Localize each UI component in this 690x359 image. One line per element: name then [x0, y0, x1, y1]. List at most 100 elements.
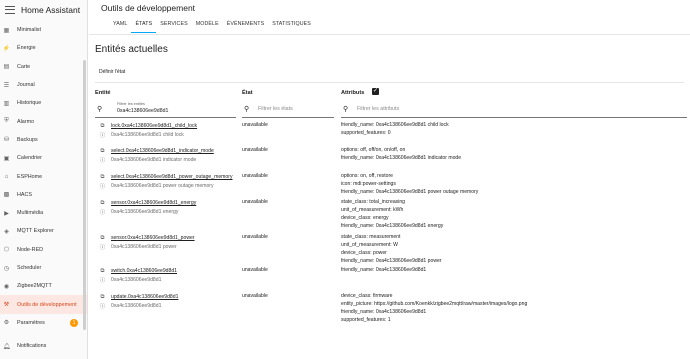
tab[interactable]: ÉTATS — [131, 17, 157, 33]
entity-name: 0xa4c138606ee9d8d1 power outage memory — [111, 183, 214, 189]
entity-id-link[interactable]: update.0xa4c138606ee9d8d1 — [111, 294, 178, 300]
attribute-line: friendly_name: 0xa4c138606ee9d8d1 energy — [341, 223, 444, 229]
notification-badge: 1 — [70, 318, 78, 327]
info-icon[interactable]: ⓘ — [99, 208, 106, 216]
sidebar-item[interactable]: ▶ Multimédia — [0, 204, 87, 222]
tab[interactable]: STATISTIQUES — [268, 17, 315, 33]
entity-attributes: options: off, off/on, on/off, on friendly… — [341, 146, 461, 162]
set-state-toggle[interactable]: Définir l'état — [99, 69, 125, 75]
sidebar-item-label: Carte — [17, 63, 31, 70]
divider — [89, 34, 690, 35]
copy-icon[interactable]: ⧉ — [99, 174, 106, 181]
entity-name: 0xa4c138606ee9d8d1 — [111, 277, 162, 283]
calendar-icon: ▣ — [3, 155, 10, 162]
entity-filter-value: 0xa4c138606ee9d8d1 — [117, 108, 169, 114]
sidebar-item-label: ESPHome — [17, 173, 43, 180]
sidebar-item[interactable]: ◉ Zigbee2MQTT — [0, 277, 87, 295]
sidebar-item[interactable]: ◷ Scheduler — [0, 259, 87, 277]
tab[interactable]: ÉVÉNEMENTS — [223, 17, 269, 33]
sidebar-item[interactable]: ⛨ Alarmo — [0, 112, 87, 130]
developer-tools-icon: ⚒ — [3, 302, 10, 309]
sidebar-item[interactable]: ▩ HACS — [0, 186, 87, 204]
copy-icon[interactable]: ⧉ — [99, 123, 106, 130]
copy-icon[interactable]: ⧉ — [99, 235, 106, 242]
entity-filter-input[interactable]: ⚲ Filtrer les entités 0xa4c138606ee9d8d1 — [95, 100, 236, 118]
copy-icon[interactable]: ⧉ — [99, 200, 106, 207]
sidebar-item[interactable]: ☰ Journal — [0, 76, 87, 94]
nodered-icon: ⬡ — [3, 247, 10, 254]
entity-state: unavailable — [242, 293, 268, 299]
alarm-icon: ⛨ — [4, 118, 9, 125]
entity-attributes: friendly_name: 0xa4c138606ee9d8d1 child … — [341, 121, 449, 137]
sidebar-item-notifications[interactable]: 🔔︎ Notifications — [0, 339, 47, 353]
sidebar-item-label: Historique — [17, 100, 42, 107]
entity-id-link[interactable]: select.0xa4c138606ee9d8d1_power_outage_m… — [111, 174, 233, 180]
sidebar-item[interactable]: ⚡ Énergie — [0, 39, 87, 57]
logbook-icon: ☰ — [3, 82, 10, 89]
info-icon[interactable]: ⓘ — [99, 131, 106, 139]
attribute-line: friendly_name: 0xa4c138606ee9d8d1 power … — [341, 189, 479, 195]
info-icon[interactable]: ⓘ — [99, 182, 106, 190]
tab[interactable]: YAML — [109, 17, 131, 33]
info-icon[interactable]: ⓘ — [99, 276, 106, 284]
info-icon[interactable]: ⓘ — [99, 156, 106, 164]
sidebar-item[interactable]: ⬡ Node-RED — [0, 241, 87, 259]
sidebar-item[interactable]: ▥ Historique — [0, 94, 87, 112]
sidebar-item-label: Node-RED — [17, 246, 44, 253]
entity-attributes: state_class: total_increasing unit_of_mea… — [341, 198, 443, 230]
entity-attributes: friendly_name: 0xa4c138606ee9d8d1 — [341, 266, 426, 274]
energy-icon: ⚡ — [2, 45, 11, 52]
sidebar-item-label: Alarmo — [17, 118, 35, 125]
entity-id-link[interactable]: lock.0xa4c138606ee9d8d1_child_lock — [111, 123, 197, 129]
tab[interactable]: SERVICES — [156, 17, 192, 33]
entity-id-line: ⧉ lock.0xa4c138606ee9d8d1_child_lock — [99, 122, 198, 130]
entity-id-link[interactable]: sensor.0xa4c138606ee9d8d1_energy — [111, 200, 196, 206]
attribute-line: icon: mdi:power-settings — [341, 181, 396, 187]
menu-icon[interactable] — [5, 6, 15, 14]
sidebar-scrollbar[interactable] — [83, 60, 86, 330]
tab[interactable]: MODÈLE — [192, 17, 223, 33]
sidebar-item[interactable]: ▣ Calendrier — [0, 149, 87, 167]
sidebar-item[interactable]: ▤ Carte — [0, 58, 87, 76]
attribute-line: friendly_name: 0xa4c138606ee9d8d1 power — [341, 258, 442, 264]
sidebar-item[interactable]: ⛁ Backups — [0, 131, 87, 149]
entity-id-link[interactable]: sensor.0xa4c138606ee9d8d1_power — [111, 235, 195, 241]
bell-icon: 🔔︎ — [2, 343, 11, 350]
attribute-line: friendly_name: 0xa4c138606ee9d8d1 — [341, 267, 427, 273]
entity-name: 0xa4c138606ee9d8d1 child lock — [111, 132, 184, 138]
sidebar-item[interactable]: ⚒ Outils de développement — [0, 295, 87, 314]
info-icon[interactable]: ⓘ — [99, 243, 106, 251]
copy-icon[interactable]: ⧉ — [99, 148, 106, 155]
entity-state: unavailable — [242, 267, 268, 273]
attribute-line: options: on, off, restore — [341, 173, 394, 179]
attributes-filter-input[interactable]: ⚲ Filtrer les attributs — [341, 100, 687, 118]
info-icon[interactable]: ⓘ — [99, 302, 106, 310]
attribute-line: state_class: total_increasing — [341, 199, 405, 205]
sidebar-item[interactable]: ▦ Minimalist — [0, 21, 87, 39]
entity-id-line: ⧉ select.0xa4c138606ee9d8d1_power_outage_… — [99, 173, 233, 181]
entity-id-line: ⧉ select.0xa4c138606ee9d8d1_indicator_mod… — [99, 147, 214, 155]
zigbee-icon: ◉ — [3, 283, 10, 290]
entity-id-link[interactable]: switch.0xa4c138606ee9d8d1 — [111, 268, 177, 274]
state-filter-input[interactable]: ⚲ Filtrer les états — [242, 100, 334, 118]
sidebar-header: Home Assistant — [0, 0, 87, 20]
sidebar-item[interactable]: ⚙ Paramètres 1 — [0, 314, 87, 332]
sidebar-item-label: Multimédia — [17, 210, 44, 217]
hacs-icon: ▩ — [3, 192, 10, 199]
attributes-filter-placeholder: Filtrer les attributs — [357, 106, 400, 112]
entity-id-line: ⧉ sensor.0xa4c138606ee9d8d1_power — [99, 234, 195, 242]
copy-icon[interactable]: ⧉ — [99, 268, 106, 275]
sidebar-item-label: Journal — [17, 82, 35, 89]
search-icon: ⚲ — [244, 106, 250, 113]
map-icon: ▤ — [3, 64, 10, 71]
attributes-checkbox[interactable]: ✓ — [372, 88, 379, 95]
entity-id-link[interactable]: select.0xa4c138606ee9d8d1_indicator_mode — [111, 148, 214, 154]
copy-icon[interactable]: ⧉ — [99, 294, 106, 301]
sidebar-item-label: Notifications — [17, 343, 47, 349]
sidebar-item[interactable]: ◈ MQTT Explorer — [0, 222, 87, 240]
column-header-attributes: Attributs — [341, 90, 365, 96]
entity-state: unavailable — [242, 147, 268, 153]
sidebar-item[interactable]: ⌂ ESPHome — [0, 167, 87, 185]
entity-name-line: ⓘ 0xa4c138606ee9d8d1 — [99, 276, 162, 284]
entity-id-line: ⧉ sensor.0xa4c138606ee9d8d1_energy — [99, 199, 197, 207]
